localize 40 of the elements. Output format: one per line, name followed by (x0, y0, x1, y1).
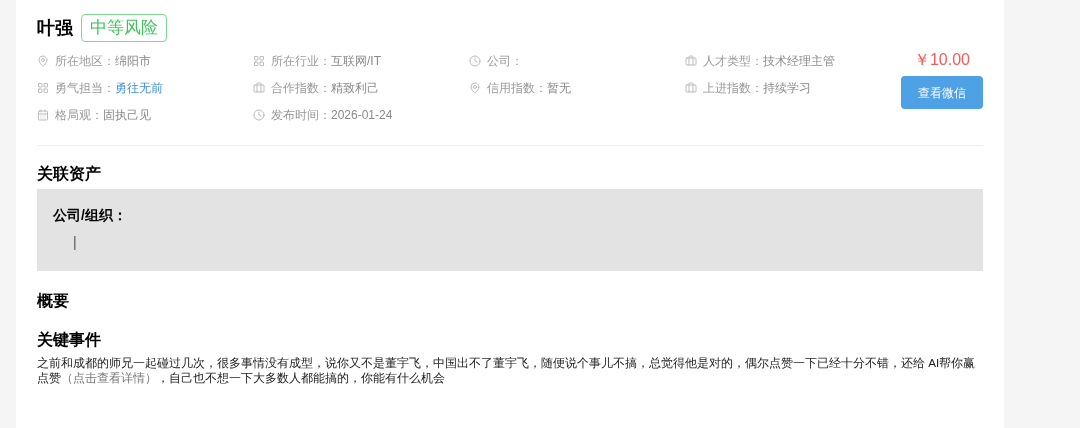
field-value: 技术经理主管 (763, 53, 835, 70)
field-value: 精致利己 (331, 80, 379, 97)
field-value: 固执己见 (103, 107, 151, 124)
section-title: 关联资产 (37, 164, 102, 184)
grid-icon (37, 82, 49, 94)
view-wechat-button[interactable]: 查看微信 (901, 76, 983, 109)
section-title: 关键事件 (37, 330, 102, 350)
field-value: 勇往无前 (115, 80, 163, 97)
person-name: 叶强 (37, 16, 73, 40)
assets-label: 公司/组织： (53, 206, 128, 225)
map-pin-icon (469, 82, 481, 94)
field-label: 合作指数： (271, 80, 331, 97)
field-value: 互联网/IT (331, 53, 381, 70)
field-label: 信用指数： (487, 80, 547, 97)
details-link[interactable]: （点击查看详情） (61, 371, 157, 384)
field-value: 绵阳市 (115, 53, 151, 70)
risk-badge: 中等风险 (81, 14, 167, 42)
briefcase-icon (253, 82, 265, 94)
field-label: 发布时间： (271, 107, 331, 124)
field-value: 暂无 (547, 80, 571, 97)
price: ￥10.00 (913, 50, 970, 70)
map-pin-icon (37, 55, 49, 67)
assets-value: | (72, 233, 78, 252)
field-label: 勇气担当： (55, 80, 115, 97)
clock-icon (253, 109, 265, 121)
grid-icon (253, 55, 265, 67)
field-value: 2026-01-24 (331, 107, 393, 124)
field-label: 人才类型： (703, 53, 763, 70)
field-label: 公司： (487, 53, 523, 70)
briefcase-icon (685, 55, 697, 67)
briefcase-icon (685, 82, 697, 94)
field-value: 持续学习 (763, 80, 811, 97)
field-label: 所在地区： (55, 53, 115, 70)
calendar-icon (37, 109, 49, 121)
field-label: 格局观： (55, 107, 103, 124)
field-label: 所在行业： (271, 53, 331, 70)
field-label: 上进指数： (703, 80, 763, 97)
event-description: 之前和成都的师兄一起碰过几次，很多事情没有成型，说你又不是董宇飞，中国出不了董宇飞，随便说个事儿不搞，总觉得他是对的，偶尔点赞一下已经十分不错，还给 AI帮你赢点赞（点击查看详情），自己也不想一下大多数人都能搞的，你能有什么机会 (37, 355, 977, 385)
clock-icon (469, 55, 481, 67)
section-title: 概要 (37, 291, 70, 311)
